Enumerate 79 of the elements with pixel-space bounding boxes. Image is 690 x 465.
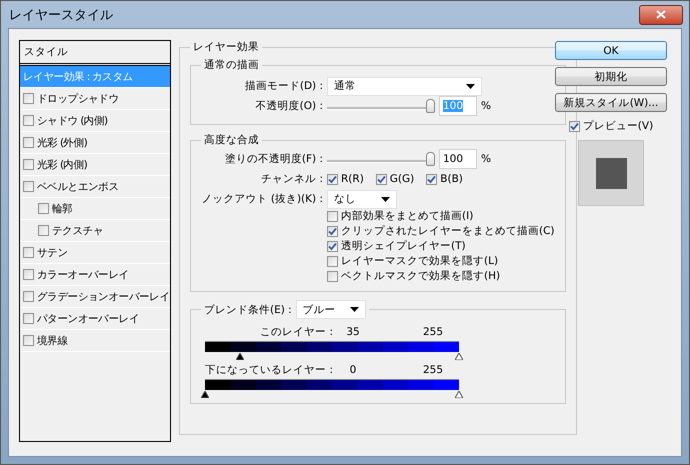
close-icon <box>656 10 666 19</box>
checkbox[interactable] <box>23 159 34 170</box>
checkbox-label: レイヤーマスクで効果を隠す(L) <box>341 254 498 268</box>
checkbox-label: クリップされたレイヤーをまとめて描画(C) <box>341 224 555 238</box>
checkbox[interactable] <box>23 335 34 346</box>
field-label: ブレンド条件(E) : <box>204 302 292 316</box>
dialog-button[interactable]: 新規スタイル(W)... <box>555 93 667 112</box>
group-title: 高度な合成 <box>203 133 260 147</box>
checkbox[interactable] <box>23 181 34 192</box>
style-list-item[interactable]: 輪郭 <box>20 198 170 220</box>
low-value: 35 <box>345 326 361 338</box>
style-list-item[interactable]: グラデーションオーバーレイ <box>20 286 170 308</box>
checkbox-label: ベクトルマスクで効果を隠す(H) <box>341 269 500 283</box>
range-label: このレイヤー : <box>259 325 333 339</box>
style-list-item[interactable]: ドロップシャドウ <box>20 88 170 110</box>
field-label: 描画モード(D) : <box>244 79 323 93</box>
high-value: 255 <box>422 364 444 376</box>
checkbox[interactable] <box>23 93 34 104</box>
field-label: ノックアウト (抜き)(K) : <box>201 192 323 206</box>
range-label: 下になっているレイヤー : <box>204 363 333 377</box>
low-value: 0 <box>348 364 358 376</box>
group-title: 通常の描画 <box>203 58 260 72</box>
checkbox-label: G(G) <box>390 173 414 185</box>
checkbox[interactable] <box>327 256 338 266</box>
checkbox[interactable] <box>376 174 387 184</box>
checkbox[interactable] <box>327 210 338 222</box>
style-list-item[interactable]: ベベルとエンボス <box>20 176 170 198</box>
style-list-item[interactable]: シャドウ (内側) <box>20 110 170 132</box>
checkbox-label: 透明シェイプレイヤー(T) <box>341 239 466 253</box>
checkbox[interactable] <box>327 174 338 184</box>
unit-label: % <box>481 153 491 165</box>
high-value: 255 <box>422 326 444 338</box>
caret-icon <box>350 307 359 312</box>
checkbox-label: B(B) <box>440 173 463 185</box>
style-list-item[interactable]: テクスチャ <box>20 220 170 242</box>
slider-thumb[interactable] <box>426 99 435 113</box>
dropdown[interactable]: なし <box>327 190 397 208</box>
number-field[interactable]: 100 <box>439 149 477 169</box>
checkbox-label: R(R) <box>341 173 364 185</box>
style-list-item[interactable]: カラーオーバーレイ <box>20 264 170 286</box>
checkbox[interactable] <box>327 240 338 252</box>
checkbox[interactable] <box>23 137 34 148</box>
style-list-item[interactable]: 光彩 (外側) <box>20 132 170 154</box>
checkbox[interactable] <box>23 247 34 258</box>
style-list-item[interactable]: 光彩 (内側) <box>20 154 170 176</box>
dropdown[interactable]: 通常 <box>327 76 482 96</box>
dialog-button[interactable]: 初期化 <box>555 67 667 86</box>
group-title: レイヤー効果 <box>192 40 260 54</box>
checkbox[interactable] <box>38 203 49 214</box>
checkbox[interactable] <box>23 115 34 126</box>
range-thumb[interactable] <box>455 353 463 360</box>
checkbox[interactable] <box>23 269 34 280</box>
style-list-item[interactable]: サテン <box>20 242 170 264</box>
checkbox-label: プレビュー(V) <box>582 119 654 133</box>
range-thumb[interactable] <box>455 391 463 398</box>
checkbox-label: 内部効果をまとめて描画(I) <box>341 209 474 223</box>
close-button[interactable] <box>639 4 683 24</box>
style-list-item[interactable]: 境界線 <box>20 330 170 352</box>
list-header: スタイル <box>24 45 68 59</box>
dialog-button[interactable]: OK <box>555 41 667 60</box>
field-label: チャンネル : <box>260 172 323 186</box>
checkbox[interactable] <box>23 291 34 302</box>
slider-thumb[interactable] <box>426 152 435 166</box>
window-title: レイヤースタイル <box>9 6 113 24</box>
checkbox[interactable] <box>23 313 34 324</box>
checkbox[interactable] <box>327 270 338 282</box>
field-label: 不透明度(O) : <box>254 99 323 113</box>
style-list-item[interactable]: パターンオーバーレイ <box>20 308 170 330</box>
checkbox[interactable] <box>568 120 580 132</box>
dropdown[interactable]: ブルー <box>296 300 366 319</box>
unit-label: % <box>481 100 491 112</box>
field-label: 塗りの不透明度(F) : <box>224 152 323 166</box>
checkbox[interactable] <box>327 226 338 236</box>
range-slider[interactable] <box>201 379 463 399</box>
caret-icon <box>381 196 390 202</box>
caret-icon <box>466 84 475 88</box>
checkbox[interactable] <box>38 225 49 236</box>
range-thumb[interactable] <box>201 391 209 398</box>
checkbox[interactable] <box>426 174 438 184</box>
